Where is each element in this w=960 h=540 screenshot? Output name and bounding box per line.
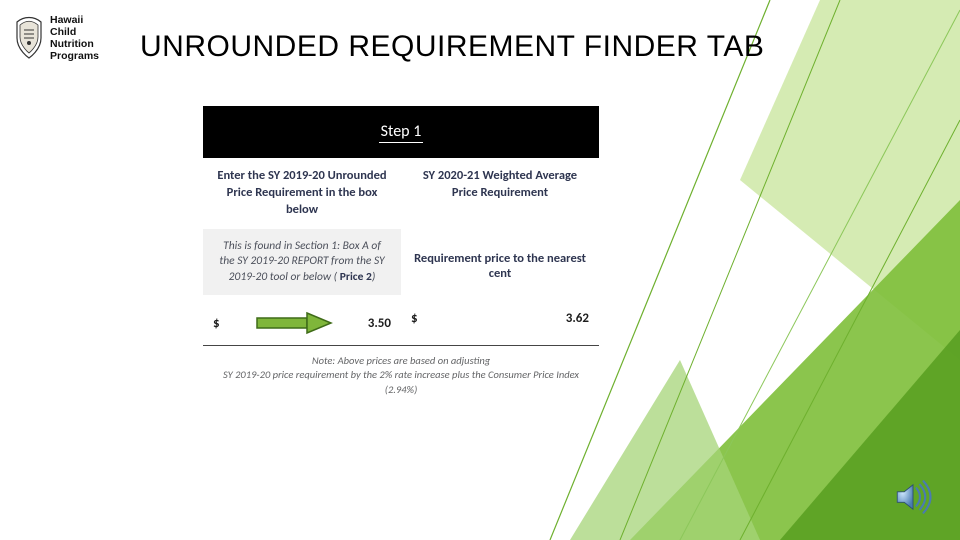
col2-header: SY 2020-21 Weighted Average Price Requir… [401,158,599,229]
col1-sub-suffix: ) [372,270,376,284]
logo-line1: Hawaii [50,14,99,26]
note-line2-suffix: ) [414,383,417,396]
step-header: Step 1 [203,106,599,158]
requirement-panel: Step 1 Enter the SY 2019-20 Unrounded Pr… [203,106,599,397]
col1-header: Enter the SY 2019-20 Unrounded Price Req… [203,158,401,229]
header-row: Enter the SY 2019-20 Unrounded Price Req… [203,158,599,229]
col1-currency: $ [213,316,220,331]
footnote: Note: Above prices are based on adjustin… [203,346,599,397]
brand-logo: Hawaii Child Nutrition Programs [14,14,99,62]
page-title: UNROUNDED REQUIREMENT FINDER TAB [140,30,764,64]
col2-subheader: Requirement price to the nearest cent [401,229,599,296]
note-line1: Note: Above prices are based on adjustin… [223,354,579,368]
col1-value: 3.50 [368,316,391,331]
note-line2: SY 2019-20 price requirement by the 2% r… [223,368,579,396]
step-label: Step 1 [379,122,424,143]
logo-text: Hawaii Child Nutrition Programs [50,14,99,62]
col1-subheader: This is found in Section 1: Box A of the… [203,229,401,296]
logo-mark [14,16,44,60]
logo-line4: Programs [50,50,99,62]
logo-line3: Nutrition [50,38,99,50]
note-cpi: 2.94% [388,383,414,396]
input-arrow-icon [255,311,333,335]
col1-value-cell: $ 3.50 [203,295,401,345]
price2-label: Price 2 [340,270,372,284]
col2-value-cell: $ 3.62 [401,295,599,345]
slide: Hawaii Child Nutrition Programs UNROUNDE… [0,0,960,540]
subheader-row: This is found in Section 1: Box A of the… [203,229,599,296]
value-row: $ 3.50 $ 3.62 [203,295,599,346]
speaker-icon [892,476,934,518]
col2-currency: $ [411,311,418,326]
col2-value: 3.62 [566,311,589,326]
logo-line2: Child [50,26,99,38]
